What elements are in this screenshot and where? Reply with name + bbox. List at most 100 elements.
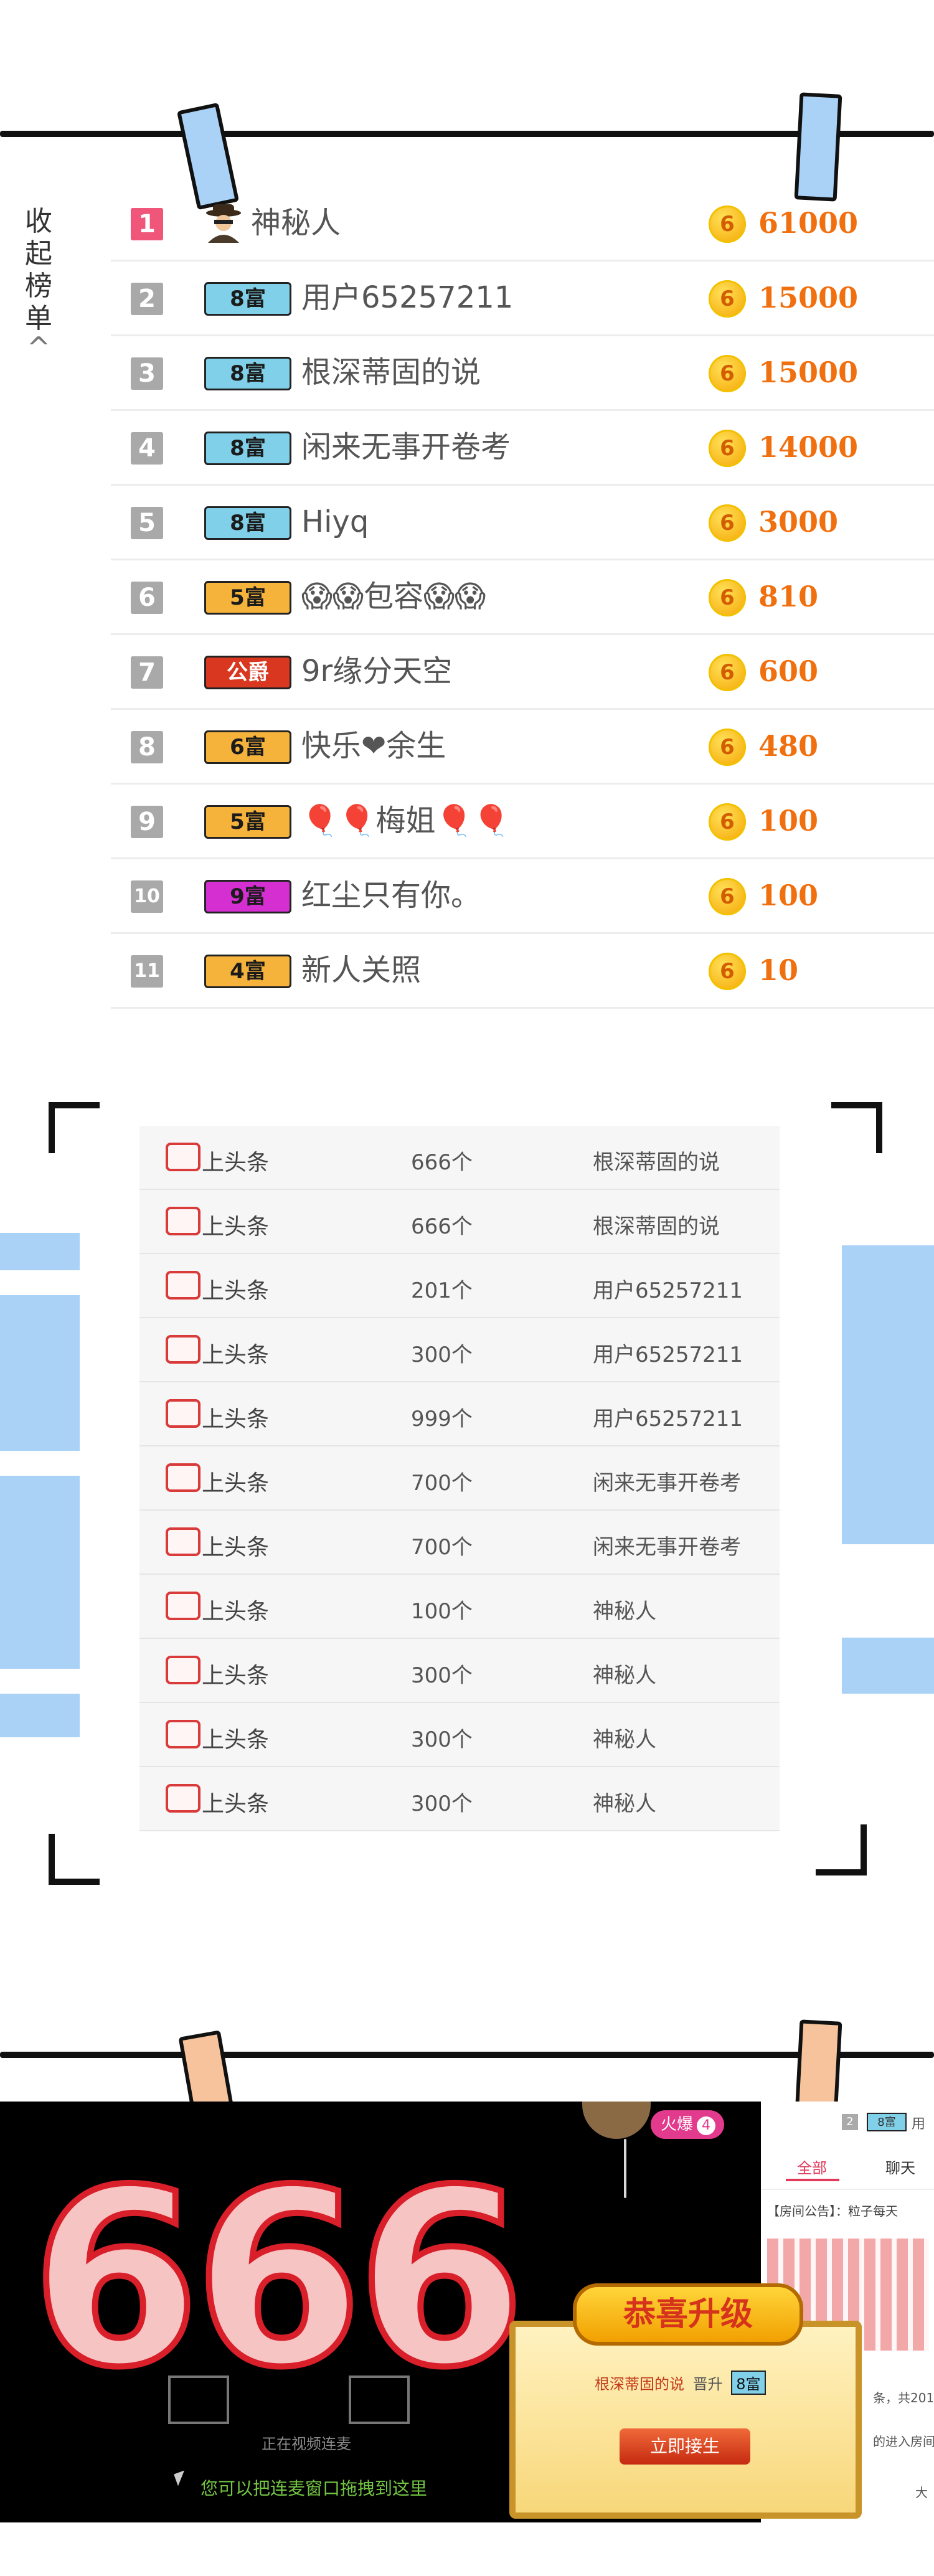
gift-record-table: 上头条 666个 根深蒂固的说 上头条 666个 根深蒂固的说 上头条 201个 用户65257… — [139, 1126, 780, 1831]
gift-record-row: 上头条 300个 神秘人 — [139, 1639, 780, 1703]
wealth-level-badge: 公爵 — [204, 656, 291, 689]
gift-record-row: 上头条 700个 闲来无事开卷考 — [139, 1446, 780, 1511]
decorative-strip — [842, 1245, 934, 1544]
rank-username: 根深蒂固的说 — [301, 355, 481, 390]
headline-gift-icon — [166, 1656, 200, 1684]
ranking-row[interactable]: 10 9富 红尘只有你。 6 100 — [111, 859, 934, 934]
gift-record-row: 上头条 100个 神秘人 — [139, 1575, 780, 1639]
ranking-row[interactable]: 4 8富 闲来无事开卷考 6 14000 — [111, 411, 934, 486]
frame-corner — [831, 1102, 882, 1153]
coin-icon: 6 — [709, 953, 746, 990]
gift-sender: 根深蒂固的说 — [593, 1150, 720, 1175]
tab-underline — [786, 2179, 839, 2181]
gift-sender: 神秘人 — [593, 1791, 656, 1816]
balloon-icon — [582, 2102, 651, 2139]
rank-number: 10 — [131, 880, 163, 913]
drag-hint: 您可以把连麦窗口拖拽到这里 — [200, 2478, 428, 2499]
ranking-row[interactable]: 1 神秘人 6 61000 — [111, 187, 934, 262]
gift-count: 666个 — [411, 1150, 473, 1175]
rank-username: 神秘人 — [251, 205, 341, 240]
level-up-message: 根深蒂固的说 晋升 8富 — [595, 2371, 766, 2395]
coin-icon: 6 — [709, 654, 746, 691]
rank-number: 1 — [131, 208, 163, 240]
headline-gift-icon — [166, 1463, 200, 1492]
gift-sender: 神秘人 — [593, 1663, 656, 1688]
gift-record-row: 上头条 666个 根深蒂固的说 — [139, 1126, 780, 1190]
accept-button[interactable]: 立即接生 — [620, 2428, 750, 2465]
coin-icon: 6 — [709, 579, 746, 616]
ranking-list: 1 神秘人 6 61000 2 8富 用户65257211 6 15000 3 8富 根深蒂固的说 6 1… — [111, 187, 934, 1009]
coin-icon: 6 — [709, 504, 746, 542]
coin-icon: 6 — [709, 280, 746, 318]
headline-gift-icon — [166, 1207, 200, 1235]
rank-username: 新人关照 — [301, 953, 422, 988]
level-up-verb: 晋升 — [692, 2375, 723, 2393]
coin-icon: 6 — [709, 205, 746, 243]
panel-rank-badge: 8富 — [867, 2113, 907, 2131]
gift-name: 上头条 — [202, 1471, 270, 1496]
chat-partial-line: 条，共201个 — [873, 2390, 934, 2405]
video-monitor-right — [349, 2375, 410, 2424]
level-up-badge: 8富 — [731, 2371, 766, 2395]
decorative-strip — [0, 1233, 80, 1270]
hot-badge[interactable]: 火爆 4 — [651, 2110, 725, 2139]
rank-score: 100 — [758, 879, 819, 912]
gift-record-row: 上头条 300个 用户65257211 — [139, 1318, 780, 1382]
panel-rank-name: 用 — [912, 2116, 926, 2132]
headline-gift-icon — [166, 1592, 200, 1620]
level-up-user: 根深蒂固的说 — [595, 2375, 684, 2393]
frame-corner — [49, 1102, 100, 1153]
headline-gift-icon — [166, 1335, 200, 1364]
headline-gift-icon — [166, 1399, 200, 1428]
rank-username: 9r缘分天空 — [301, 654, 453, 689]
ranking-row[interactable]: 11 4富 新人关照 6 10 — [111, 934, 934, 1009]
rank-username: Hiyq — [301, 504, 369, 539]
ranking-row[interactable]: 9 5富 🎈🎈梅姐🎈🎈 6 100 — [111, 785, 934, 859]
ranking-row[interactable]: 8 6富 快乐❤余生 6 480 — [111, 710, 934, 785]
decorative-strip — [0, 1295, 80, 1451]
rank-score: 480 — [758, 729, 819, 763]
wealth-level-badge: 8富 — [204, 506, 291, 540]
gift-record-row: 上头条 201个 用户65257211 — [139, 1254, 780, 1318]
wealth-level-badge: 8富 — [204, 432, 291, 465]
tab-chat[interactable]: 聊天 — [885, 2156, 915, 2177]
ranking-row[interactable]: 2 8富 用户65257211 6 15000 — [111, 262, 934, 336]
live-stream-screenshot: 666 正在视频连麦 您可以把连麦窗口拖拽到这里 火爆 4 2 8富 用 全部 聊… — [0, 2102, 934, 2522]
rank-score: 600 — [758, 654, 819, 688]
ranking-row[interactable]: 5 8富 Hiyq 6 3000 — [111, 486, 934, 560]
ranking-row[interactable]: 3 8富 根深蒂固的说 6 15000 — [111, 336, 934, 411]
gift-count: 300个 — [411, 1342, 473, 1367]
rank-number: 3 — [131, 357, 163, 390]
coin-icon: 6 — [709, 878, 746, 915]
level-up-popup — [509, 2321, 862, 2519]
rank-username: 😱😱包容😱😱 — [301, 579, 486, 614]
rank-score: 14000 — [758, 430, 859, 464]
tab-all[interactable]: 全部 — [797, 2156, 827, 2177]
rank-score: 810 — [758, 580, 819, 613]
chat-partial-line: 大 — [915, 2485, 928, 2500]
chevron-up-icon: ^ — [26, 331, 51, 364]
gift-name: 上头条 — [202, 1150, 270, 1176]
chat-partial-line: 的进入房间 — [873, 2434, 934, 2449]
collapse-ranking-button[interactable]: 收起榜单 ^ — [14, 205, 64, 364]
coin-icon: 6 — [709, 729, 746, 766]
collapse-label: 收起榜单 — [25, 205, 52, 334]
video-hint: 正在视频连麦 — [262, 2435, 351, 2453]
gift-record-row: 上头条 300个 神秘人 — [139, 1767, 780, 1831]
coin-icon: 6 — [709, 803, 746, 841]
wealth-level-badge: 8富 — [204, 282, 291, 316]
rank-number: 7 — [131, 656, 163, 689]
ranking-row[interactable]: 6 5富 😱😱包容😱😱 6 810 — [111, 560, 934, 635]
gift-count: 201个 — [411, 1278, 473, 1303]
rank-score: 100 — [758, 804, 819, 837]
rank-username: 闲来无事开卷考 — [301, 430, 511, 465]
cursor-icon — [174, 2470, 189, 2486]
hot-count: 4 — [697, 2116, 716, 2135]
rank-number: 2 — [131, 283, 163, 315]
gift-sender: 用户65257211 — [593, 1278, 743, 1303]
rank-score: 10 — [758, 953, 799, 987]
rank-number: 11 — [131, 955, 163, 988]
clothespin-clip — [794, 92, 842, 202]
ranking-row[interactable]: 7 公爵 9r缘分天空 6 600 — [111, 635, 934, 710]
gift-count: 300个 — [411, 1791, 473, 1816]
